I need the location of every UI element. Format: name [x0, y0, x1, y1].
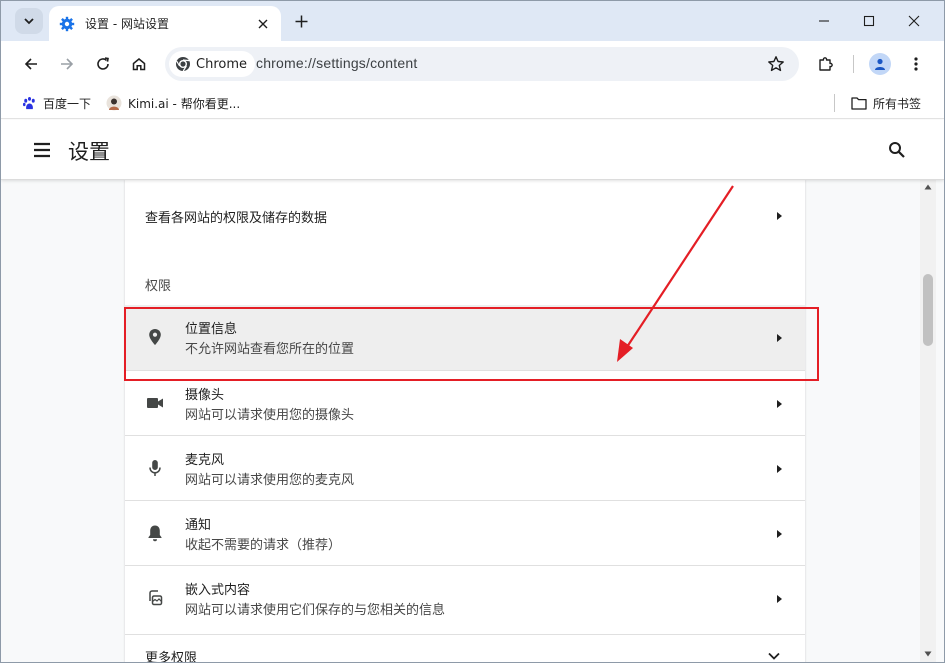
- search-icon[interactable]: [886, 139, 908, 161]
- folder-icon: [851, 95, 867, 111]
- arrow-right-icon: [61, 58, 74, 70]
- arrow-right-icon: [777, 212, 782, 220]
- minimize-icon: [819, 20, 829, 22]
- arrow-right-icon: [777, 334, 782, 342]
- permission-row-location[interactable]: 位置信息 不允许网站查看您所在的位置: [125, 305, 805, 370]
- browser-window: 设置 - 网站设置 Chrome chrome://settings/conte…: [0, 0, 945, 663]
- chrome-logo-icon: [176, 57, 190, 72]
- permission-title: 位置信息: [185, 322, 238, 337]
- more-vertical-icon: [914, 57, 918, 71]
- puzzle-icon: [819, 57, 833, 71]
- permission-row-microphone[interactable]: 麦克风 网站可以请求使用您的麦克风: [125, 435, 805, 500]
- microphone-icon: [145, 458, 165, 478]
- settings-content: 查看各网站的权限及储存的数据 权限 位置信息 不允许网站查看您所在的位置 摄像头…: [1, 180, 944, 663]
- tab-search-button[interactable]: [15, 8, 43, 34]
- site-info-chip[interactable]: Chrome: [169, 51, 255, 77]
- permission-subtitle: 收起不需要的请求（推荐）: [185, 538, 342, 553]
- scroll-down-arrow-icon[interactable]: [924, 650, 932, 658]
- bookmark-label: 百度一下: [43, 96, 92, 111]
- extensions-button[interactable]: [814, 52, 838, 76]
- toolbar-divider: [853, 55, 854, 73]
- more-permissions-label: 更多权限: [145, 651, 198, 663]
- embedded-content-icon: [145, 588, 165, 608]
- reload-button[interactable]: [91, 52, 115, 76]
- permission-title: 摄像头: [185, 388, 225, 403]
- tab-settings[interactable]: 设置 - 网站设置: [49, 6, 281, 41]
- forward-button[interactable]: [55, 52, 79, 76]
- site-data-row[interactable]: 查看各网站的权限及储存的数据: [125, 185, 805, 247]
- chevron-down-icon: [24, 18, 34, 25]
- hamburger-menu-icon[interactable]: [31, 140, 53, 160]
- bookmarks-divider: [834, 94, 835, 112]
- arrow-right-icon: [777, 595, 782, 603]
- site-data-label: 查看各网站的权限及储存的数据: [145, 210, 328, 226]
- permission-subtitle: 不允许网站查看您所在的位置: [185, 342, 355, 357]
- new-tab-button[interactable]: [291, 11, 311, 31]
- url-text[interactable]: chrome://settings/content: [256, 55, 417, 71]
- minimize-button[interactable]: [814, 11, 834, 31]
- chevron-down-icon: [768, 652, 780, 660]
- permissions-heading: 权限: [145, 279, 172, 294]
- more-permissions-row[interactable]: 更多权限: [125, 634, 805, 663]
- permission-subtitle: 网站可以请求使用您的麦克风: [185, 473, 355, 488]
- person-icon: [875, 58, 885, 70]
- bookmarks-bar: 百度一下 Kimi.ai - 帮你看更... 所有书签: [1, 87, 944, 119]
- arrow-left-icon: [24, 58, 37, 70]
- tab-strip: 设置 - 网站设置: [1, 1, 944, 41]
- all-bookmarks-label: 所有书签: [873, 96, 922, 111]
- all-bookmarks-button[interactable]: 所有书签: [851, 93, 921, 113]
- permission-title: 麦克风: [185, 453, 225, 468]
- permission-row-camera[interactable]: 摄像头 网站可以请求使用您的摄像头: [125, 370, 805, 435]
- camera-icon: [145, 393, 165, 413]
- maximize-button[interactable]: [859, 11, 879, 31]
- close-window-button[interactable]: [904, 11, 924, 31]
- permission-row-embedded-content[interactable]: 嵌入式内容 网站可以请求使用它们保存的与您相关的信息: [125, 565, 805, 630]
- location-pin-icon: [145, 327, 165, 347]
- settings-gear-icon: [59, 16, 75, 32]
- plus-icon: [295, 15, 307, 27]
- arrow-right-icon: [777, 530, 782, 538]
- home-button[interactable]: [127, 52, 151, 76]
- bell-icon: [145, 523, 165, 543]
- arrow-right-icon: [777, 465, 782, 473]
- bookmark-baidu[interactable]: 百度一下: [21, 93, 91, 113]
- home-icon: [132, 58, 146, 71]
- bookmark-star-icon[interactable]: [767, 55, 785, 73]
- bookmark-label: Kimi.ai - 帮你看更...: [128, 96, 241, 111]
- browser-menu-button[interactable]: [904, 52, 928, 76]
- baidu-paw-icon: [21, 95, 37, 111]
- tab-close-icon[interactable]: [253, 14, 273, 34]
- permission-title: 嵌入式内容: [185, 583, 251, 598]
- chip-label: Chrome: [196, 56, 247, 72]
- address-bar[interactable]: Chrome chrome://settings/content: [165, 47, 799, 81]
- permission-subtitle: 网站可以请求使用它们保存的与您相关的信息: [185, 603, 446, 618]
- permission-title: 通知: [185, 518, 212, 533]
- profile-avatar-button[interactable]: [869, 53, 891, 75]
- scroll-up-arrow-icon[interactable]: [924, 183, 932, 191]
- tab-title: 设置 - 网站设置: [85, 17, 169, 31]
- arrow-right-icon: [777, 400, 782, 408]
- scrollbar-thumb[interactable]: [923, 274, 933, 346]
- back-button[interactable]: [19, 52, 43, 76]
- browser-toolbar: Chrome chrome://settings/content: [1, 41, 944, 87]
- page-title: 设置: [68, 140, 110, 164]
- settings-header: 设置: [1, 120, 944, 180]
- close-icon: [908, 15, 920, 27]
- permission-subtitle: 网站可以请求使用您的摄像头: [185, 408, 355, 423]
- maximize-icon: [863, 15, 875, 27]
- reload-icon: [97, 57, 109, 70]
- page-scrollbar[interactable]: [920, 180, 936, 662]
- bookmark-kimi[interactable]: Kimi.ai - 帮你看更...: [106, 93, 240, 113]
- kimi-avatar-icon: [106, 95, 122, 111]
- permission-row-notifications[interactable]: 通知 收起不需要的请求（推荐）: [125, 500, 805, 565]
- site-settings-card: 查看各网站的权限及储存的数据 权限 位置信息 不允许网站查看您所在的位置 摄像头…: [125, 180, 805, 663]
